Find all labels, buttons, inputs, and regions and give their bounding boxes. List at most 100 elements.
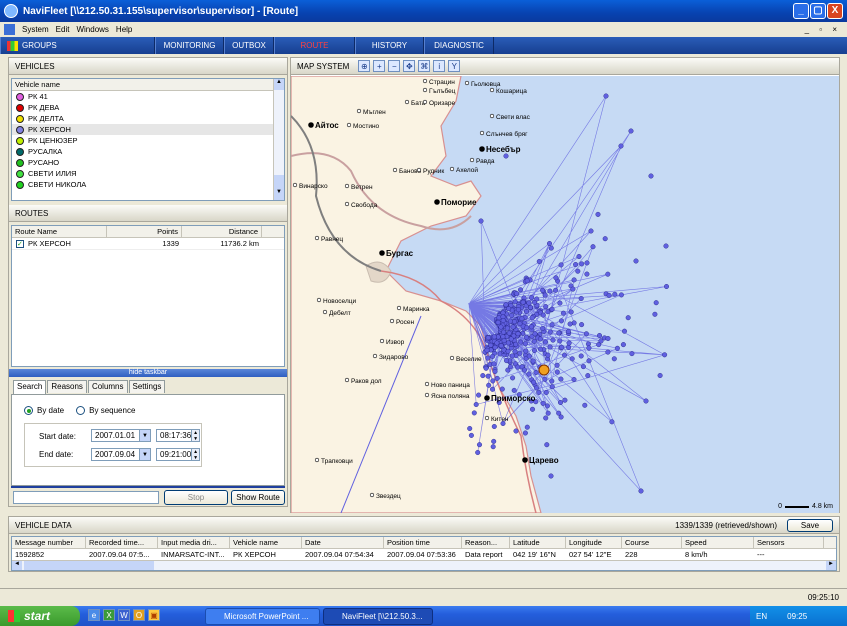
list-item[interactable]: РК 41 [12,91,284,102]
route-point [510,375,516,381]
tab-search[interactable]: Search [13,380,47,394]
tab-monitoring[interactable]: MONITORING [155,37,224,54]
minimize-button[interactable]: _ [793,3,809,19]
task-powerpoint[interactable]: Microsoft PowerPoint ... [205,608,320,625]
menu-system[interactable]: System [22,25,49,34]
column-header[interactable]: Sensors [754,537,824,548]
menu-windows[interactable]: Windows [76,25,108,34]
folder-icon[interactable]: ▣ [148,609,160,621]
column-header[interactable]: Vehicle name [230,537,302,548]
spinner-icon[interactable]: ▲ ▼ [191,430,199,442]
column-header[interactable]: Latitude [510,537,566,548]
spinner-icon[interactable]: ▲ ▼ [191,449,199,461]
vehicle-color-icon [16,147,24,156]
route-point [571,377,577,383]
hide-taskbar-toggle[interactable]: hide taskbar [9,369,287,377]
tab-route[interactable]: ROUTE [274,37,355,54]
by-sequence-radio[interactable] [76,406,86,415]
distance-column[interactable]: Distance [182,226,262,237]
show-route-button[interactable]: Show Route [231,490,285,505]
route-map[interactable]: Айтос Мостино Мъглен СтрацинГълъбец Гьолювца… [291,76,839,513]
tab-history[interactable]: HISTORY [355,37,424,54]
language-indicator[interactable]: EN [756,612,767,621]
list-item[interactable]: СВЕТИ НИКОЛА [12,179,284,190]
town-label: Равда [476,158,495,165]
route-point [575,268,581,274]
groups-button[interactable]: GROUPS [0,37,155,54]
pan-icon[interactable]: ✥ [403,60,416,72]
filter-icon[interactable]: Y [448,60,461,72]
menu-help[interactable]: Help [116,25,132,34]
save-button[interactable]: Save [787,518,833,532]
vehicle-data-header: VEHICLE DATA 1339/1339 (retrieved/shown)… [9,517,839,534]
zoom-fit-icon[interactable]: ⊕ [358,60,371,72]
scroll-up-icon[interactable]: ▲ [274,79,284,90]
town-marker [464,80,470,86]
route-point [484,347,490,353]
zoom-in-icon[interactable]: + [373,60,386,72]
vehicle-name-column[interactable]: Vehicle name [12,79,274,90]
column-header[interactable]: Recorded time... [86,537,158,548]
vehicle-name: РУСАНО [28,158,60,167]
column-header[interactable]: Input media dri... [158,537,230,548]
start-date-field[interactable]: 2007.01.01 ▼ [91,429,151,442]
scroll-thumb[interactable] [274,175,284,189]
scroll-down-icon[interactable]: ▼ [274,189,284,200]
route-name-column[interactable]: Route Name [12,226,107,237]
horizontal-scrollbar[interactable]: ◄ ► [12,560,836,570]
table-row[interactable]: 1592852 2007.09.04 07:5... INMARSATC-INT..… [12,549,836,560]
chevron-down-icon[interactable]: ▼ [139,449,150,460]
ie-icon[interactable]: e [88,609,100,621]
end-time-field[interactable]: 09:21:00 ▲ ▼ [156,448,200,461]
tab-reasons[interactable]: Reasons [47,380,87,393]
column-header[interactable]: Date [302,537,384,548]
list-item[interactable]: РК ДЕЛТА [12,113,284,124]
column-header[interactable]: Position time [384,537,462,548]
town-marker [314,457,320,463]
list-item[interactable]: СВЕТИ ИЛИЯ [12,168,284,179]
extent-icon[interactable]: ⌘ [418,60,431,72]
route-point [628,128,634,134]
scroll-thumb[interactable] [24,561,154,570]
points-column[interactable]: Points [107,226,182,237]
by-date-radio[interactable] [24,406,33,415]
stop-button[interactable]: Stop [164,490,228,505]
column-header[interactable]: Speed [682,537,754,548]
column-header[interactable]: Course [622,537,682,548]
list-item[interactable]: РУСАНО [12,157,284,168]
info-icon[interactable]: i [433,60,446,72]
start-time-field[interactable]: 08:17:36 ▲ ▼ [156,429,200,442]
start-button[interactable]: start [0,606,80,626]
tab-columns[interactable]: Columns [87,380,128,393]
tab-diagnostic[interactable]: DIAGNOSTIC [424,37,494,54]
column-header[interactable]: Longitude [566,537,622,548]
close-button[interactable]: X [827,3,843,19]
word-icon[interactable]: W [118,609,130,621]
route-point [580,364,586,370]
scroll-right-icon[interactable]: ► [826,561,836,570]
search-panel: By date By sequence Start date: 2007.01.… [11,394,285,486]
tab-outbox[interactable]: OUTBOX [224,37,274,54]
chevron-down-icon[interactable]: ▼ [139,430,150,441]
route-checkbox[interactable]: ✓ [16,239,24,248]
tab-settings[interactable]: Settings [128,380,166,393]
column-header[interactable]: Message number [12,537,86,548]
mdi-controls[interactable]: _ ▫ × [805,25,841,34]
list-item[interactable]: РК ЦЕНЮЗЕР [12,135,284,146]
route-point [554,362,560,368]
end-date-field[interactable]: 2007.09.04 ▼ [91,448,151,461]
excel-icon[interactable]: X [103,609,115,621]
list-item[interactable]: РК ХЕРСОН [12,124,284,135]
table-row[interactable]: ✓ РК ХЕРСОН 1339 11736.2 km [12,238,284,250]
task-navifleet[interactable]: NaviFleet [\\212.50.3... [323,608,433,625]
maximize-button[interactable]: ▢ [810,3,826,19]
list-item[interactable]: РУСАЛКА [12,146,284,157]
list-item[interactable]: РК ДЕВА [12,102,284,113]
outlook-icon[interactable]: O [133,609,145,621]
zoom-out-icon[interactable]: − [388,60,401,72]
column-header[interactable]: Reason... [462,537,510,548]
menu-edit[interactable]: Edit [56,25,70,34]
scroll-left-icon[interactable]: ◄ [12,561,22,570]
vehicles-scrollbar[interactable]: ▲ ▼ [273,79,284,200]
route-point [618,292,624,298]
